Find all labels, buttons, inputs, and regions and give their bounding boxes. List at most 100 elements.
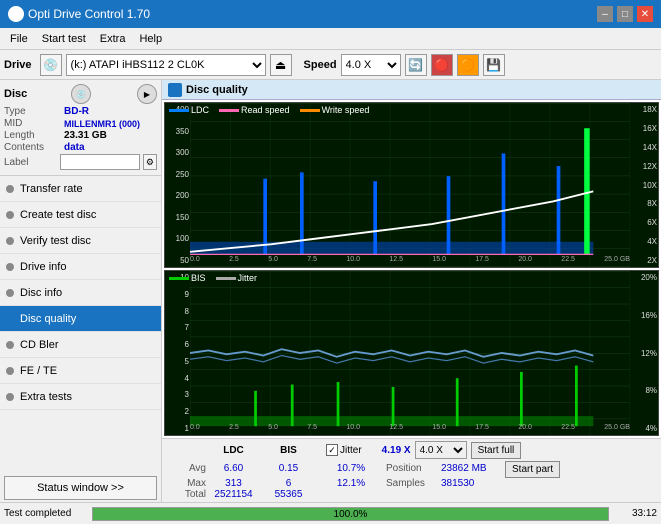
- progress-bar: 100.0%: [92, 507, 609, 521]
- content-area: Disc quality LDC Read speed: [162, 80, 661, 502]
- drive-icon-btn[interactable]: 💿: [40, 54, 62, 76]
- avg-bis: 0.15: [261, 463, 316, 474]
- disc-label-button[interactable]: ⚙: [143, 154, 157, 170]
- col-bis: BIS: [261, 445, 316, 456]
- menu-help[interactable]: Help: [133, 31, 168, 47]
- nav-dot-extra-tests: [6, 393, 14, 401]
- status-window-button[interactable]: Status window >>: [4, 476, 157, 500]
- main-area: Disc 💿 ▶ Type BD-R MID MILLENMR1 (000) L…: [0, 80, 661, 502]
- nav-disc-quality[interactable]: Disc quality: [0, 306, 161, 332]
- disc-type-row: Type BD-R: [4, 106, 157, 117]
- nav-label-fe-te: FE / TE: [20, 365, 57, 377]
- disc-mid-row: MID MILLENMR1 (000): [4, 118, 157, 129]
- nav-create-test-disc[interactable]: Create test disc: [0, 202, 161, 228]
- chart2-y-axis-left: 10 9 8 7 6 5 4 3 2 1: [165, 271, 190, 435]
- drive-label: Drive: [4, 59, 32, 71]
- avg-label: Avg: [166, 463, 206, 474]
- max-label: Max: [166, 478, 206, 489]
- status-text: Test completed: [4, 508, 84, 519]
- disc-icon2: ▶: [137, 84, 157, 104]
- disc-type-key: Type: [4, 106, 64, 117]
- disc-label-input[interactable]: [60, 154, 140, 170]
- start-part-button[interactable]: Start part: [505, 461, 560, 478]
- menu-start-test[interactable]: Start test: [36, 31, 92, 47]
- stats-total-row: Total 2521154 55365: [166, 489, 657, 500]
- nav-items: Transfer rate Create test disc Verify te…: [0, 176, 161, 474]
- disc-type-value: BD-R: [64, 106, 89, 117]
- disc-label-key: Label: [4, 157, 57, 168]
- nav-dot-transfer-rate: [6, 185, 14, 193]
- total-bis: 55365: [261, 489, 316, 500]
- max-bis: 6: [261, 478, 316, 489]
- jitter-label: Jitter: [340, 445, 362, 456]
- max-ldc: 313: [206, 478, 261, 489]
- nav-label-drive-info: Drive info: [20, 261, 66, 273]
- total-label: Total: [166, 489, 206, 500]
- legend-read: Read speed: [219, 105, 290, 115]
- disc-quality-header: Disc quality: [162, 80, 661, 100]
- nav-drive-info[interactable]: Drive info: [0, 254, 161, 280]
- nav-cd-bler[interactable]: CD Bler: [0, 332, 161, 358]
- window-controls: – □ ✕: [597, 6, 653, 22]
- settings-button2[interactable]: 🟠: [457, 54, 479, 76]
- samples-label: Samples: [386, 478, 441, 489]
- menubar: File Start test Extra Help: [0, 28, 661, 50]
- nav-dot-disc-info: [6, 289, 14, 297]
- nav-dot-drive-info: [6, 263, 14, 271]
- nav-label-extra-tests: Extra tests: [20, 391, 72, 403]
- stats-avg-row: Avg 6.60 0.15 10.7% Position 23862 MB St…: [166, 459, 657, 478]
- disc-length-value: 23.31 GB: [64, 130, 107, 141]
- nav-extra-tests[interactable]: Extra tests: [0, 384, 161, 410]
- refresh-button[interactable]: 🔄: [405, 54, 427, 76]
- time-display: 33:12: [617, 508, 657, 519]
- position-value: 23862 MB: [441, 463, 501, 474]
- disc-label-row: Label ⚙: [4, 154, 157, 170]
- chart2-svg: [190, 271, 630, 435]
- save-button[interactable]: 💾: [483, 54, 505, 76]
- chart1-y-axis-left: 400 350 300 250 200 150 100 50: [165, 103, 190, 267]
- charts-area: LDC Read speed Write speed 18X 16X 14X: [162, 100, 661, 438]
- nav-label-disc-quality: Disc quality: [20, 313, 76, 325]
- chart2-legend: BIS Jitter: [169, 273, 257, 283]
- disc-contents-row: Contents data: [4, 142, 157, 153]
- close-button[interactable]: ✕: [637, 6, 653, 22]
- nav-fe-te[interactable]: FE / TE: [0, 358, 161, 384]
- legend-ldc: LDC: [169, 105, 209, 115]
- nav-dot-fe-te: [6, 367, 14, 375]
- nav-dot-cd-bler: [6, 341, 14, 349]
- avg-ldc: 6.60: [206, 463, 261, 474]
- nav-label-verify-test: Verify test disc: [20, 235, 91, 247]
- disc-contents-value: data: [64, 142, 85, 153]
- nav-verify-test-disc[interactable]: Verify test disc: [0, 228, 161, 254]
- jitter-checkbox[interactable]: ✓: [326, 444, 338, 456]
- drive-select[interactable]: (k:) ATAPI iHBS112 2 CL0K: [66, 54, 266, 76]
- speed-dropdown[interactable]: 4.0 X: [415, 441, 467, 459]
- col-ldc: LDC: [206, 445, 261, 456]
- disc-length-row: Length 23.31 GB: [4, 130, 157, 141]
- titlebar: Opti Drive Control 1.70 – □ ✕: [0, 0, 661, 28]
- titlebar-title: Opti Drive Control 1.70: [28, 7, 597, 21]
- eject-button[interactable]: ⏏: [270, 54, 292, 76]
- menu-extra[interactable]: Extra: [94, 31, 132, 47]
- jitter-checkbox-row: ✓ Jitter: [326, 444, 362, 456]
- drive-toolbar: Drive 💿 (k:) ATAPI iHBS112 2 CL0K ⏏ Spee…: [0, 50, 661, 80]
- stats-footer: LDC BIS ✓ Jitter 4.19 X 4.0 X Start full…: [162, 438, 661, 502]
- disc-length-key: Length: [4, 130, 64, 141]
- nav-disc-info[interactable]: Disc info: [0, 280, 161, 306]
- nav-dot-verify-test: [6, 237, 14, 245]
- start-full-button[interactable]: Start full: [471, 442, 522, 459]
- disc-mid-key: MID: [4, 118, 64, 129]
- disc-contents-key: Contents: [4, 142, 64, 153]
- settings-button1[interactable]: 🔴: [431, 54, 453, 76]
- minimize-button[interactable]: –: [597, 6, 613, 22]
- chart1-x-labels: 0.0 2.5 5.0 7.5 10.0 12.5 15.0 17.5 20.0…: [190, 256, 630, 267]
- speed-value: 4.19 X: [382, 445, 411, 456]
- nav-label-transfer-rate: Transfer rate: [20, 183, 83, 195]
- maximize-button[interactable]: □: [617, 6, 633, 22]
- sidebar: Disc 💿 ▶ Type BD-R MID MILLENMR1 (000) L…: [0, 80, 162, 502]
- menu-file[interactable]: File: [4, 31, 34, 47]
- disc-mid-value: MILLENMR1 (000): [64, 119, 140, 129]
- stats-max-row: Max 313 6 12.1% Samples 381530: [166, 478, 657, 489]
- speed-select[interactable]: 4.0 X: [341, 54, 401, 76]
- nav-transfer-rate[interactable]: Transfer rate: [0, 176, 161, 202]
